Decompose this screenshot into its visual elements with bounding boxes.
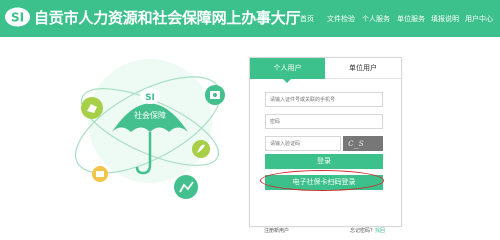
captcha-input[interactable] [265, 136, 341, 151]
document-icon [205, 85, 225, 105]
active-tab-indicator [283, 79, 291, 83]
tab-personal-user[interactable]: 个人用户 [250, 58, 325, 79]
captcha-image[interactable]: c_s [343, 136, 383, 151]
svg-text:SI: SI [145, 93, 155, 103]
tab-unit-user[interactable]: 单位用户 [325, 58, 401, 79]
briefcase-icon [81, 97, 103, 119]
wallet-icon [92, 166, 108, 182]
si-logo-icon: SI [5, 7, 30, 27]
recover-link-text: 找回 [375, 228, 386, 234]
chart-icon [174, 175, 198, 199]
umbrella-label: 社会保障 [134, 110, 166, 120]
nav-home[interactable]: 首页 [300, 13, 314, 25]
password-input[interactable] [265, 114, 383, 129]
login-button[interactable]: 登录 [265, 154, 383, 169]
leaf-icon [192, 140, 210, 158]
highlight-oval [260, 170, 384, 191]
nav-unit-service[interactable]: 单位服务 [397, 13, 425, 25]
header-bar: SI 自贡市人力资源和社会保障网上办事大厅 首页 文件检验 个人服务 单位服务 … [0, 0, 500, 37]
register-text: 注册新用户 [264, 228, 290, 234]
svg-text:SI: SI [11, 11, 24, 25]
forgot-password-link[interactable]: 忘记密码？找回 [350, 228, 385, 235]
nav-filing-guide[interactable]: 填报说明 [431, 13, 459, 25]
social-security-illustration: SI 社会保障 [74, 59, 225, 199]
captcha-text: c_s [348, 138, 364, 149]
register-link[interactable]: 注册新用户 [264, 228, 289, 235]
login-panel: 个人用户 单位用户 c_s 登录 电子社保卡扫码登录 [249, 57, 402, 227]
nav-user-center[interactable]: 用户中心 [465, 13, 493, 25]
nav-file-check[interactable]: 文件检验 [327, 13, 355, 25]
nav-personal-service[interactable]: 个人服务 [362, 13, 390, 25]
id-number-input[interactable] [265, 92, 383, 107]
forgot-text: 忘记密码？ [350, 228, 376, 234]
site-title: 自贡市人力资源和社会保障网上办事大厅 [34, 9, 301, 27]
